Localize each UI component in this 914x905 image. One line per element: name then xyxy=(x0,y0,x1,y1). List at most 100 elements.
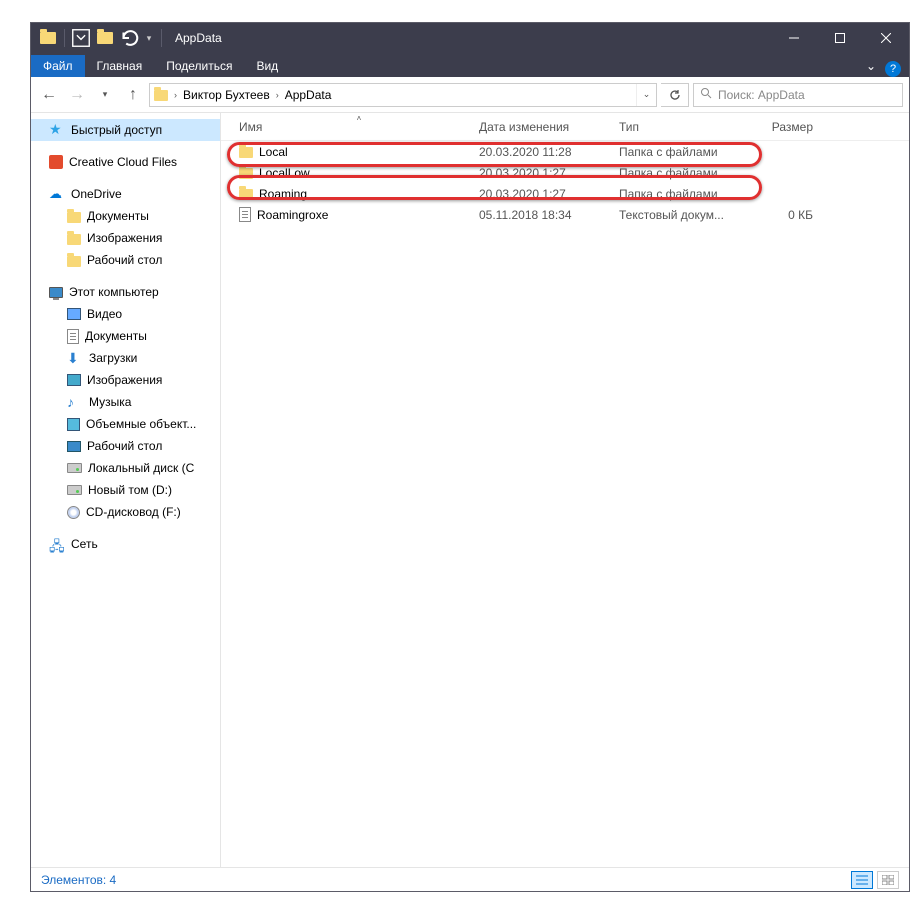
sidebar-quick-access[interactable]: ★Быстрый доступ xyxy=(31,119,220,141)
folder-icon xyxy=(150,88,172,101)
forward-button[interactable]: → xyxy=(65,83,89,107)
cloud-icon: ☁ xyxy=(49,186,65,202)
chevron-right-icon[interactable]: › xyxy=(172,90,179,100)
sidebar-onedrive-docs[interactable]: Документы xyxy=(31,205,220,227)
file-date: 20.03.2020 1:27 xyxy=(479,166,619,180)
close-button[interactable] xyxy=(863,23,909,53)
nav-row: ← → ▾ ↑ › Виктор Бухтеев › AppData ⌄ Пои… xyxy=(31,77,909,113)
ribbon-collapse-icon[interactable]: ⌄ xyxy=(857,55,885,77)
view-details-button[interactable] xyxy=(851,871,873,889)
file-type: Папка с файлами xyxy=(619,145,749,159)
sidebar-cd-drive[interactable]: CD-дисковод (F:) xyxy=(31,501,220,523)
view-icons-button[interactable] xyxy=(877,871,899,889)
ribbon-tab-view[interactable]: Вид xyxy=(244,55,290,77)
titlebar: ▾ AppData xyxy=(31,23,909,53)
folder-icon xyxy=(239,168,253,179)
column-size[interactable]: Размер xyxy=(749,120,829,134)
sidebar-local-disk[interactable]: Локальный диск (C xyxy=(31,457,220,479)
refresh-button[interactable] xyxy=(661,83,689,107)
recent-dropdown[interactable]: ▾ xyxy=(93,83,117,107)
separator xyxy=(161,29,162,47)
quick-access-toolbar: ▾ xyxy=(31,27,165,49)
file-name: Roamingroxe xyxy=(257,208,328,222)
file-name: LocalLow xyxy=(259,166,310,180)
separator xyxy=(64,29,65,47)
column-name[interactable]: ˄Имя xyxy=(239,120,479,134)
maximize-button[interactable] xyxy=(817,23,863,53)
ribbon-tab-home[interactable]: Главная xyxy=(85,55,155,77)
minimize-button[interactable] xyxy=(771,23,817,53)
status-bar: Элементов: 4 xyxy=(31,867,909,891)
image-icon xyxy=(67,374,81,386)
sidebar-onedrive[interactable]: ☁OneDrive xyxy=(31,183,220,205)
search-icon xyxy=(700,87,712,102)
document-icon xyxy=(239,207,251,222)
folder-icon xyxy=(239,147,253,158)
ribbon-tabs: Файл Главная Поделиться Вид ⌄ ? xyxy=(31,53,909,77)
file-type: Папка с файлами xyxy=(619,166,749,180)
folder-icon xyxy=(37,27,59,49)
doc-icon xyxy=(67,329,79,344)
drive-icon xyxy=(67,463,82,473)
file-list: ˄Имя Дата изменения Тип Размер Local20.0… xyxy=(221,113,909,867)
file-row[interactable]: Roaming20.03.2020 1:27Папка с файлами xyxy=(221,183,909,204)
breadcrumb-folder[interactable]: AppData xyxy=(281,88,336,102)
column-date[interactable]: Дата изменения xyxy=(479,120,619,134)
undo-icon[interactable] xyxy=(118,27,140,49)
file-row[interactable]: LocalLow 20.03.2020 1:27Папка с файлами xyxy=(221,162,909,183)
chevron-right-icon[interactable]: › xyxy=(274,90,281,100)
properties-icon[interactable] xyxy=(70,27,92,49)
sidebar-network[interactable]: 🖧Сеть xyxy=(31,533,220,555)
folder-icon xyxy=(239,189,253,200)
file-date: 05.11.2018 18:34 xyxy=(479,208,619,222)
column-headers: ˄Имя Дата изменения Тип Размер xyxy=(221,113,909,141)
sidebar-creative-cloud[interactable]: Creative Cloud Files xyxy=(31,151,220,173)
window-controls xyxy=(771,23,909,53)
file-row[interactable]: Local20.03.2020 11:28Папка с файлами xyxy=(221,141,909,162)
network-icon: 🖧 xyxy=(49,536,65,552)
sidebar-this-pc[interactable]: Этот компьютер xyxy=(31,281,220,303)
folder-icon xyxy=(67,234,81,245)
cc-icon xyxy=(49,155,63,169)
sidebar-documents[interactable]: Документы xyxy=(31,325,220,347)
address-bar[interactable]: › Виктор Бухтеев › AppData ⌄ xyxy=(149,83,657,107)
sidebar-onedrive-images[interactable]: Изображения xyxy=(31,227,220,249)
ribbon-tab-share[interactable]: Поделиться xyxy=(154,55,244,77)
qat-dropdown-icon[interactable]: ▾ xyxy=(142,27,156,49)
sidebar-new-vol[interactable]: Новый том (D:) xyxy=(31,479,220,501)
rows-container: Local20.03.2020 11:28Папка с файламиLoca… xyxy=(221,141,909,225)
body: ★Быстрый доступ Creative Cloud Files ☁On… xyxy=(31,113,909,867)
ribbon-tab-file[interactable]: Файл xyxy=(31,55,85,77)
sidebar-downloads[interactable]: ⬇Загрузки xyxy=(31,347,220,369)
drive-icon xyxy=(67,485,82,495)
sidebar-video[interactable]: Видео xyxy=(31,303,220,325)
music-icon: ♪ xyxy=(67,394,83,410)
back-button[interactable]: ← xyxy=(37,83,61,107)
desktop-icon xyxy=(67,441,81,452)
up-button[interactable]: ↑ xyxy=(121,83,145,107)
sidebar-images[interactable]: Изображения xyxy=(31,369,220,391)
new-folder-icon[interactable] xyxy=(94,27,116,49)
address-history-dropdown[interactable]: ⌄ xyxy=(636,84,656,106)
file-name: Roaming xyxy=(259,187,307,201)
folder-icon xyxy=(67,256,81,267)
video-icon xyxy=(67,308,81,320)
folder-icon xyxy=(67,212,81,223)
sidebar-onedrive-desktop[interactable]: Рабочий стол xyxy=(31,249,220,271)
cube-icon xyxy=(67,418,80,431)
help-icon[interactable]: ? xyxy=(885,61,901,77)
file-size: 0 КБ xyxy=(749,208,829,222)
file-row[interactable]: Roamingroxe 05.11.2018 18:34Текстовый док… xyxy=(221,204,909,225)
star-icon: ★ xyxy=(49,122,65,138)
breadcrumb-user[interactable]: Виктор Бухтеев xyxy=(179,88,274,102)
sort-ascending-icon: ˄ xyxy=(357,114,362,123)
file-type: Текстовый докум... xyxy=(619,208,749,222)
explorer-window: ▾ AppData Файл Главная Поделиться Вид ⌄ … xyxy=(30,22,910,892)
sidebar-music[interactable]: ♪Музыка xyxy=(31,391,220,413)
file-date: 20.03.2020 11:28 xyxy=(479,145,619,159)
sidebar-3d-objects[interactable]: Объемные объект... xyxy=(31,413,220,435)
navigation-pane[interactable]: ★Быстрый доступ Creative Cloud Files ☁On… xyxy=(31,113,221,867)
column-type[interactable]: Тип xyxy=(619,120,749,134)
sidebar-desktop[interactable]: Рабочий стол xyxy=(31,435,220,457)
search-input[interactable]: Поиск: AppData xyxy=(693,83,903,107)
